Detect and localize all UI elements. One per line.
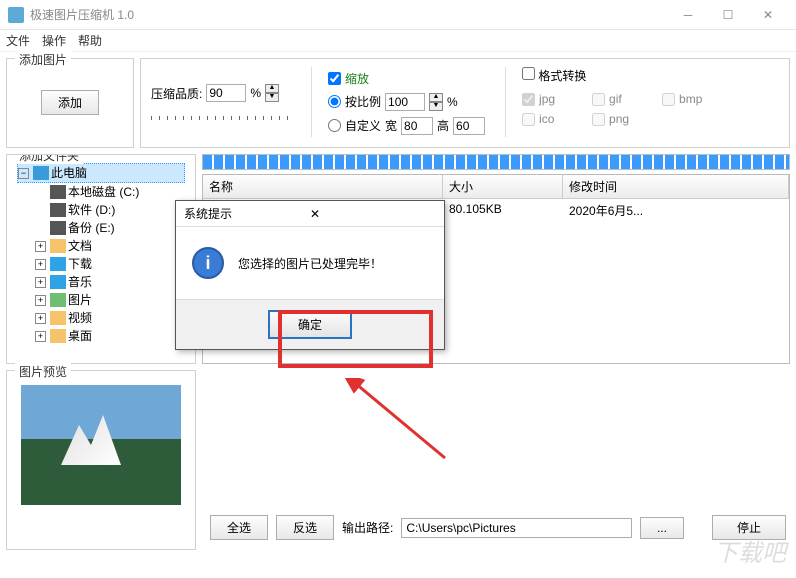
invert-select-button[interactable]: 反选: [276, 515, 334, 540]
info-icon: i: [192, 247, 224, 279]
col-size-header[interactable]: 大小: [443, 175, 563, 198]
tree-root[interactable]: − 此电脑: [17, 163, 185, 183]
folder-tree[interactable]: − 此电脑 本地磁盘 (C:)软件 (D:)备份 (E:)+文档+下载+音乐+图…: [17, 163, 185, 345]
menubar: 文件 操作 帮助: [0, 30, 796, 52]
col-name-header[interactable]: 名称: [203, 175, 443, 198]
bottom-bar: 全选 反选 输出路径: ... 停止: [210, 515, 786, 540]
dialog-close-icon[interactable]: ✕: [310, 207, 436, 221]
quality-pct: %: [250, 86, 261, 100]
scale-checkbox[interactable]: 缩放: [328, 70, 485, 87]
add-image-legend: 添加图片: [15, 51, 71, 68]
tree-item[interactable]: +视频: [17, 309, 185, 327]
format-grid: jpg gif bmp ico png: [522, 92, 722, 126]
tree-item[interactable]: +图片: [17, 291, 185, 309]
quality-slider[interactable]: [151, 116, 291, 120]
tree-item[interactable]: 软件 (D:): [17, 201, 185, 219]
select-all-button[interactable]: 全选: [210, 515, 268, 540]
add-image-group: 添加图片 添加: [6, 58, 134, 148]
quality-input[interactable]: [206, 84, 246, 102]
tree-item[interactable]: +桌面: [17, 327, 185, 345]
preview-group: 图片预览: [6, 370, 196, 550]
progress-bar: [202, 154, 790, 170]
path-label: 输出路径:: [342, 519, 393, 536]
system-dialog: 系统提示 ✕ i 您选择的图片已处理完毕！ 确定: [175, 200, 445, 350]
scale-check-input[interactable]: [328, 72, 341, 85]
stop-button[interactable]: 停止: [712, 515, 786, 540]
format-checkbox[interactable]: 格式转换: [522, 69, 586, 83]
folder-group: 添加文件夹 − 此电脑 本地磁盘 (C:)软件 (D:)备份 (E:)+文档+下…: [6, 154, 196, 364]
tree-item[interactable]: 备份 (E:): [17, 219, 185, 237]
dialog-title: 系统提示: [184, 205, 310, 222]
scale-custom-radio[interactable]: 自定义 宽 高: [328, 117, 485, 135]
ratio-input[interactable]: [385, 93, 425, 111]
tree-item[interactable]: +音乐: [17, 273, 185, 291]
menu-file[interactable]: 文件: [6, 32, 30, 49]
preview-image: [21, 385, 181, 505]
tree-item[interactable]: 本地磁盘 (C:): [17, 183, 185, 201]
scale-ratio-radio[interactable]: 按比例 ▲▼ %: [328, 93, 485, 111]
app-icon: [8, 7, 24, 23]
quality-spinner[interactable]: ▲▼: [265, 84, 279, 102]
ok-button[interactable]: 确定: [268, 310, 352, 339]
titlebar: 极速图片压缩机 1.0 ─ ☐ ✕: [0, 0, 796, 30]
browse-button[interactable]: ...: [640, 517, 684, 539]
add-button[interactable]: 添加: [41, 90, 99, 115]
output-path-input[interactable]: [401, 518, 632, 538]
window-title: 极速图片压缩机 1.0: [30, 6, 668, 23]
width-input[interactable]: [401, 117, 433, 135]
dialog-message: 您选择的图片已处理完毕！: [238, 255, 382, 272]
settings-group: 压缩品质: % ▲▼ 缩放 按比例 ▲▼ %: [140, 58, 790, 148]
close-button[interactable]: ✕: [748, 0, 788, 30]
minimize-button[interactable]: ─: [668, 0, 708, 30]
menu-help[interactable]: 帮助: [78, 32, 102, 49]
menu-action[interactable]: 操作: [42, 32, 66, 49]
maximize-button[interactable]: ☐: [708, 0, 748, 30]
tree-item[interactable]: +下载: [17, 255, 185, 273]
quality-label: 压缩品质:: [151, 85, 202, 102]
col-date-header[interactable]: 修改时间: [563, 175, 789, 198]
tree-item[interactable]: +文档: [17, 237, 185, 255]
height-input[interactable]: [453, 117, 485, 135]
